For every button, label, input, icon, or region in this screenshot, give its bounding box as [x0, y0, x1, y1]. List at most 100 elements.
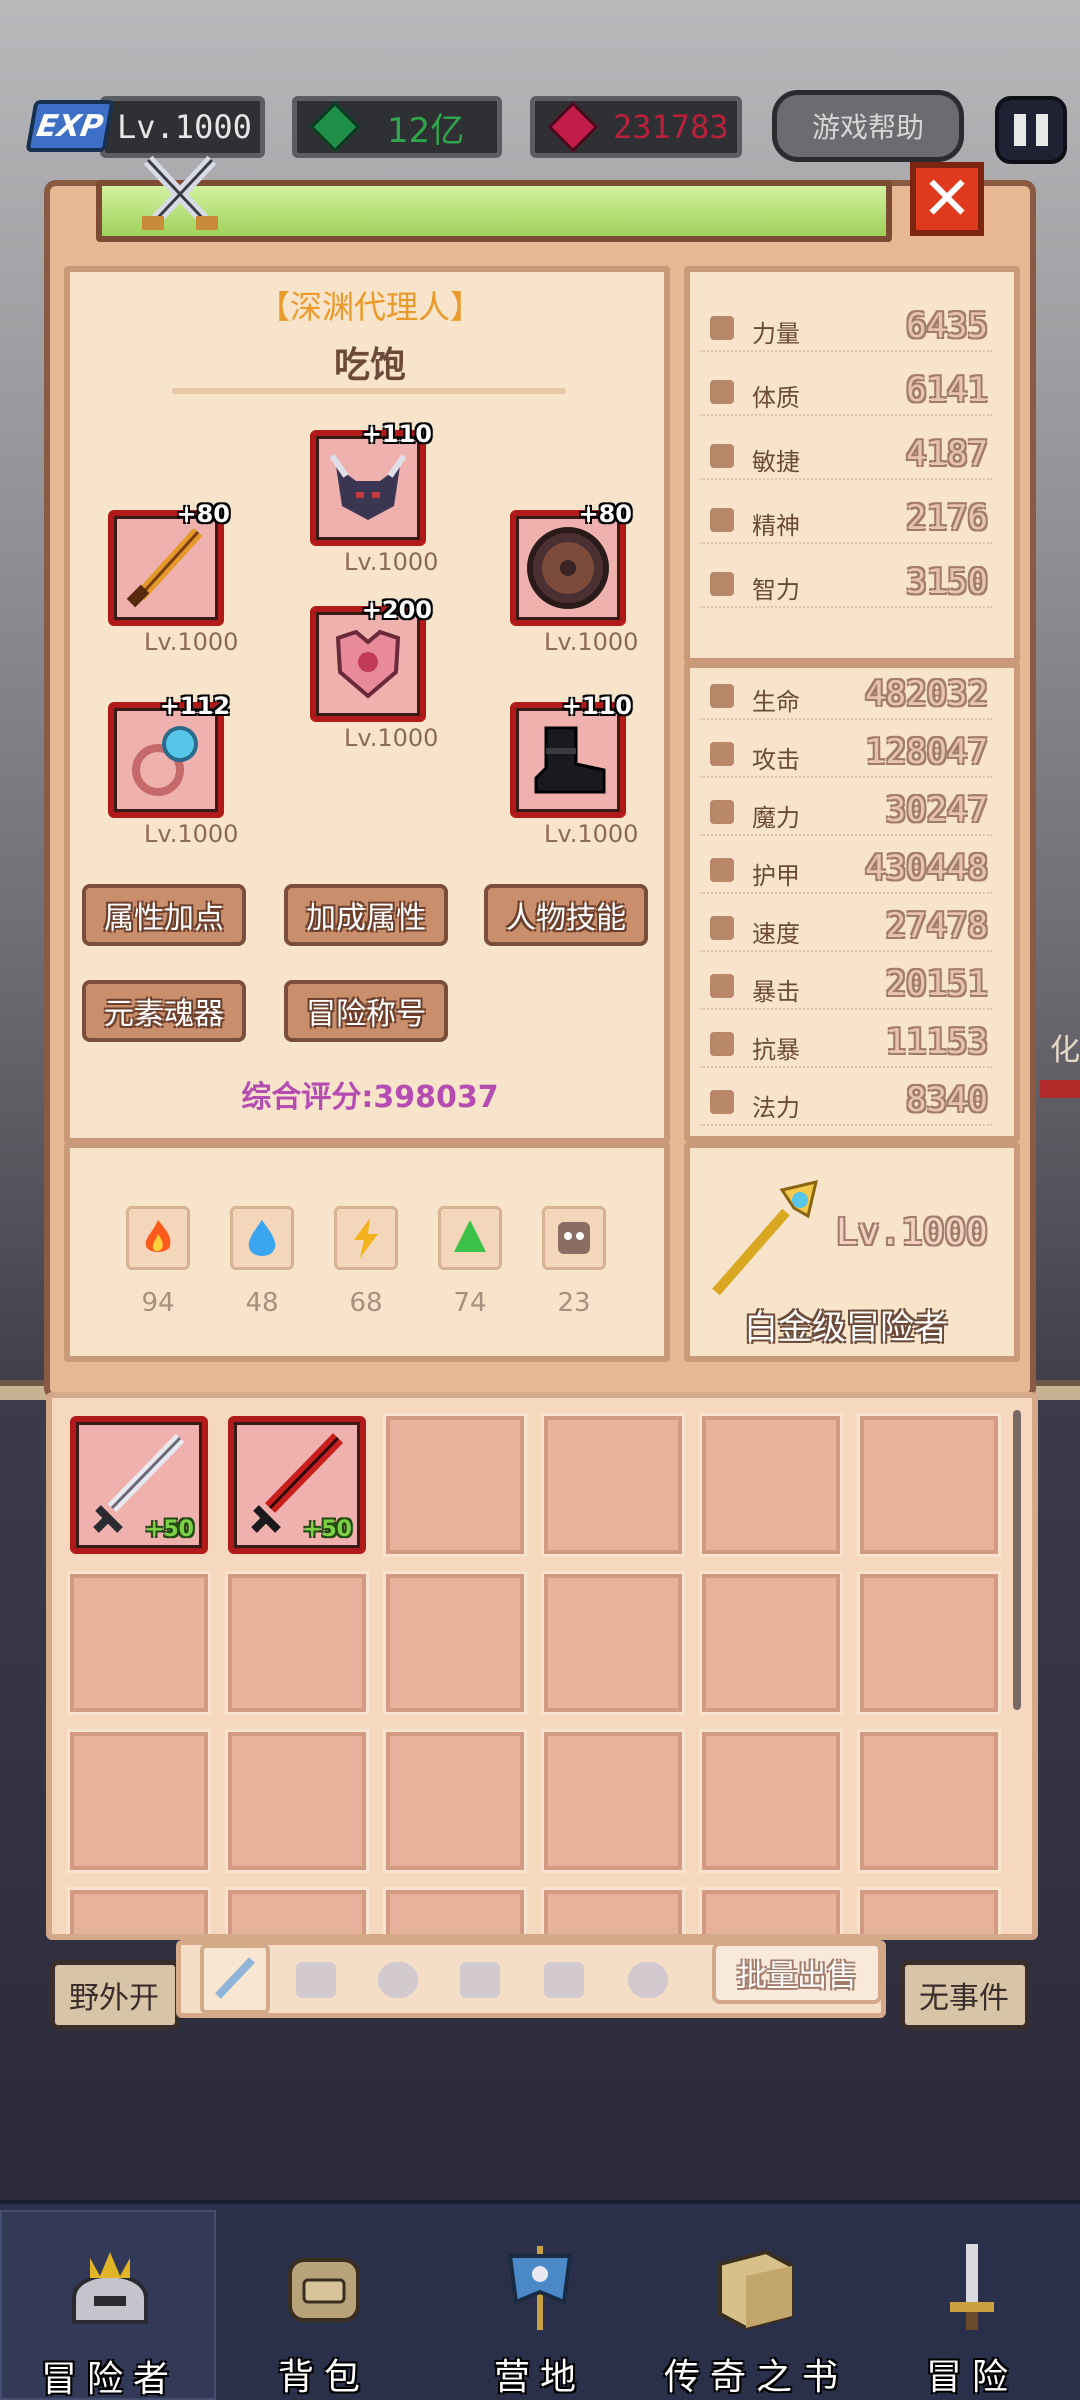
inventory-slot[interactable] [544, 1732, 682, 1870]
element-soul-button[interactable]: 元素魂器 [82, 980, 246, 1042]
blue-gem-ring-icon [132, 726, 198, 796]
tab-weapons[interactable] [200, 1944, 270, 2014]
player-level: Lv.1000 [100, 96, 265, 158]
background-side-word: 化 [1050, 1033, 1080, 1068]
rank-level: Lv.1000 [836, 1212, 988, 1253]
nav-label: 传奇之书 [663, 2357, 848, 2398]
stat-label: 暴击 [752, 978, 800, 1006]
stat-value: 482032 [865, 674, 988, 714]
stat-value: 11153 [885, 1022, 988, 1062]
equip-slot-ring[interactable]: +112 [108, 692, 230, 818]
stat-agility: 敏捷 4187 [700, 434, 992, 480]
tab-ring[interactable] [628, 1962, 668, 1998]
equip-slot-boots[interactable]: +110 [510, 692, 632, 818]
equip-slot-shield[interactable]: +80 [510, 500, 632, 626]
stat-value: 430448 [865, 848, 988, 888]
tab-helmet[interactable] [378, 1962, 418, 1998]
red-currency: 231783 [530, 96, 742, 158]
inventory-scrollbar[interactable] [1013, 1410, 1021, 1710]
inventory-slot[interactable] [702, 1416, 840, 1554]
inventory-slot[interactable] [386, 1732, 524, 1870]
nav-label: 营地 [493, 2357, 586, 2398]
water-element-icon [230, 1206, 294, 1270]
inventory-slot[interactable] [386, 1416, 524, 1554]
heart-icon [710, 684, 734, 708]
bulk-sell-button[interactable]: 批量出售 [712, 1942, 882, 2004]
character-skills-button[interactable]: 人物技能 [484, 884, 648, 946]
equip-slot-helmet[interactable]: +110 [310, 420, 432, 546]
ring-level: Lv.1000 [144, 820, 239, 848]
tab-accessory[interactable] [460, 1962, 500, 1998]
demon-helmet-icon [329, 454, 407, 520]
stat-magic: 魔力 30247 [700, 790, 992, 836]
attribute-points-button[interactable]: 属性加点 [82, 884, 246, 946]
boot-icon [710, 444, 734, 468]
adventure-sword-icon [950, 2244, 994, 2330]
stat-label: 护甲 [752, 862, 800, 890]
nav-adventurer[interactable]: 冒险者 [0, 2210, 216, 2400]
inventory-slot[interactable] [702, 1890, 840, 1934]
inventory-slot[interactable] [860, 1416, 998, 1554]
nature-element-value: 74 [453, 1288, 487, 1318]
inventory-slot[interactable] [228, 1890, 366, 1934]
inventory-slot[interactable] [860, 1890, 998, 1934]
shield-plus: +80 [578, 500, 632, 528]
stat-label: 力量 [752, 320, 800, 348]
stat-value: 20151 [885, 964, 988, 1004]
overall-score: 综合评分:398037 [241, 1080, 499, 1115]
legend-book-icon [718, 2249, 794, 2331]
inventory-slot[interactable] [544, 1890, 682, 1934]
water-element-value: 48 [245, 1288, 279, 1318]
inventory-slot[interactable] [228, 1574, 366, 1712]
stat-mana: 法力 8340 [700, 1080, 992, 1126]
strength-icon [710, 316, 734, 340]
inventory-slot[interactable] [70, 1732, 208, 1870]
black-boots-icon [534, 726, 606, 794]
inventory-slot[interactable] [70, 1890, 208, 1934]
pause-button[interactable] [995, 96, 1067, 164]
inventory-slot[interactable] [860, 1732, 998, 1870]
bonus-attributes-button[interactable]: 加成属性 [284, 884, 448, 946]
close-button[interactable]: ✕ [910, 162, 984, 236]
tab-boots[interactable] [544, 1962, 584, 1998]
brain-icon [710, 572, 734, 596]
stat-crit-resist: 抗暴 11153 [700, 1022, 992, 1068]
stat-value: 3150 [906, 562, 988, 602]
inventory-slot[interactable] [544, 1416, 682, 1554]
wand-icon [710, 800, 734, 824]
stat-speed: 速度 27478 [700, 906, 992, 952]
nav-camp[interactable]: 营地 [432, 2210, 648, 2400]
game-help-button[interactable]: 游戏帮助 [772, 90, 964, 162]
nav-label: 冒险 [925, 2357, 1018, 2398]
inventory-slot[interactable] [702, 1574, 840, 1712]
inventory-slot[interactable]: +50 [228, 1416, 366, 1554]
stat-crit: 暴击 20151 [700, 964, 992, 1010]
stat-label: 生命 [752, 688, 800, 716]
inventory-slot[interactable] [860, 1574, 998, 1712]
inventory-slot[interactable] [386, 1890, 524, 1934]
inventory-slot[interactable] [228, 1732, 366, 1870]
equip-slot-armor[interactable]: +200 [310, 596, 432, 722]
inventory-slot[interactable] [386, 1574, 524, 1712]
inventory-slot[interactable] [70, 1574, 208, 1712]
inventory-slot[interactable] [702, 1732, 840, 1870]
stat-intelligence: 智力 3150 [700, 562, 992, 608]
equip-slot-weapon[interactable]: +80 [108, 500, 230, 626]
star-icon [710, 1090, 734, 1114]
adventure-title-button[interactable]: 冒险称号 [284, 980, 448, 1042]
nature-element-icon [438, 1206, 502, 1270]
stat-label: 敏捷 [752, 448, 800, 476]
nav-adventure[interactable]: 冒险 [864, 2210, 1080, 2400]
backpack-icon [288, 2258, 360, 2322]
ring-plus: +112 [159, 692, 230, 720]
background-left-tag: 野外开 [50, 1960, 180, 2030]
tab-armor[interactable] [296, 1962, 336, 1998]
heart-icon [710, 380, 734, 404]
inventory-slot[interactable]: +50 [70, 1416, 208, 1554]
nav-backpack[interactable]: 背包 [216, 2210, 432, 2400]
stat-value: 8340 [906, 1080, 988, 1120]
character-title: 【深渊代理人】 [257, 288, 482, 326]
red-currency-value: 231783 [613, 108, 729, 146]
inventory-slot[interactable] [544, 1574, 682, 1712]
nav-legend-book[interactable]: 传奇之书 [648, 2210, 864, 2400]
